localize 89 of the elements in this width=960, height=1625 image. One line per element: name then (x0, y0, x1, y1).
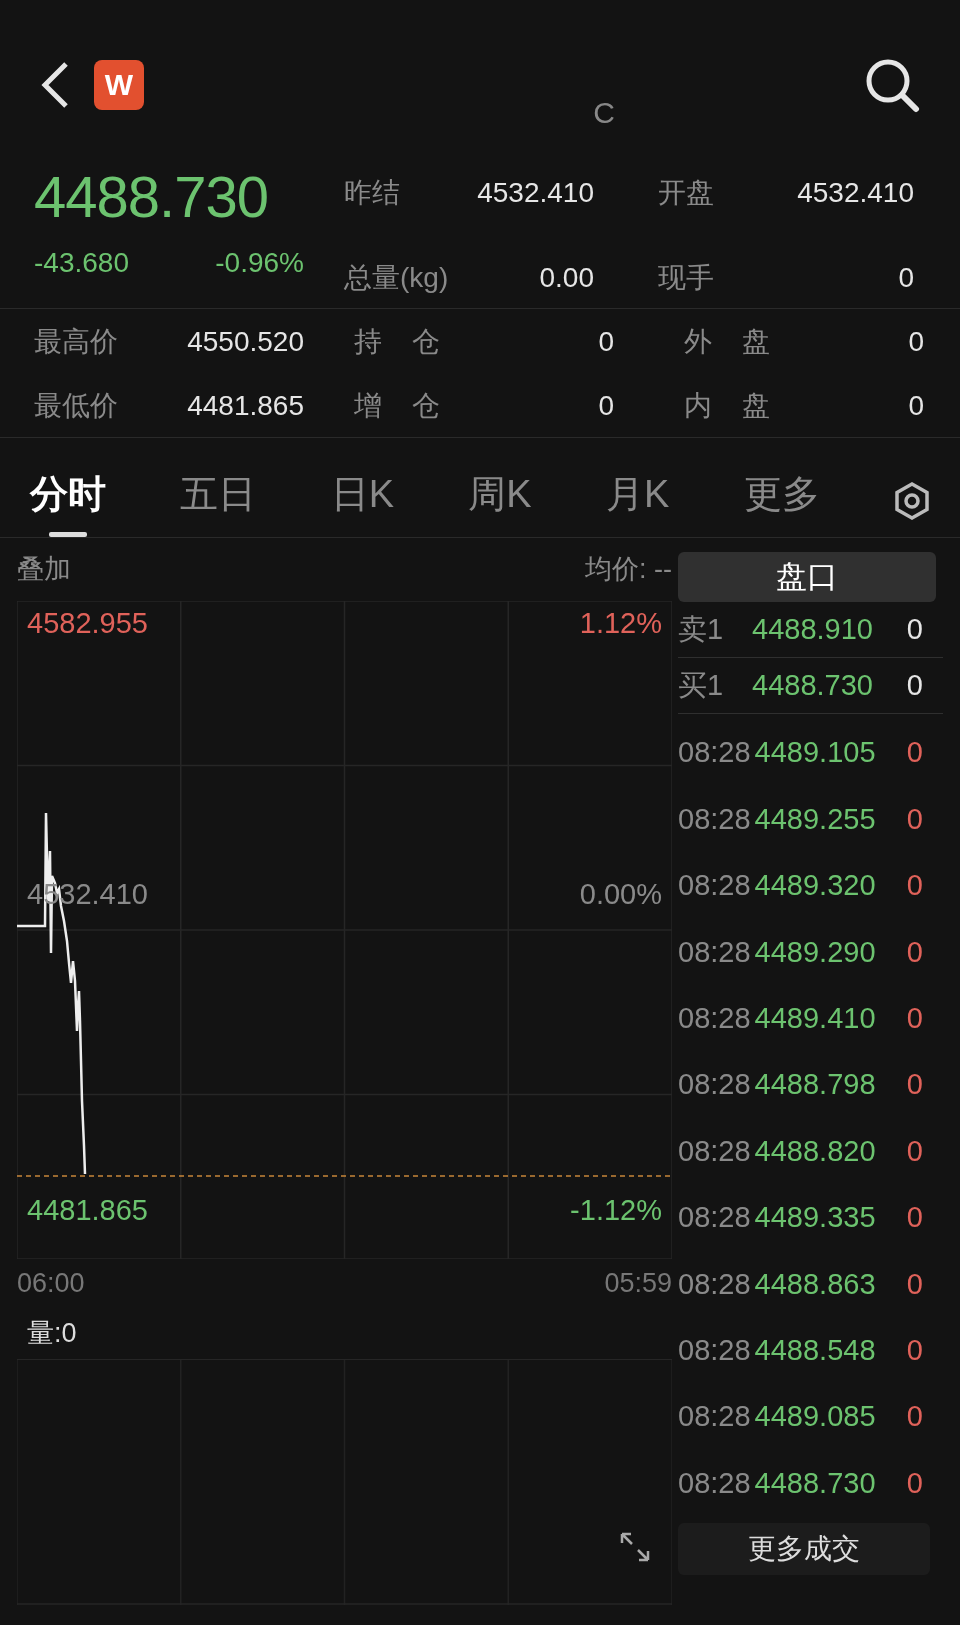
trade-time: 08:28 (678, 801, 751, 837)
stat-value: 4532.410 (796, 176, 914, 210)
trade-time: 08:28 (678, 1200, 751, 1236)
trade-time: 08:28 (678, 1067, 751, 1103)
stat-value: 0 (598, 389, 614, 423)
percent-change: -0.96% (215, 246, 304, 280)
trade-price: 4489.085 (754, 1399, 876, 1435)
axis-percent-label: -1.12% (570, 1196, 662, 1225)
average-price-label: 均价: -- (585, 553, 672, 587)
trade-quantity: 0 (906, 1399, 923, 1435)
trade-price: 4488.863 (754, 1266, 876, 1302)
trade-quantity: 0 (906, 1200, 923, 1236)
trade-price: 4489.255 (754, 801, 876, 837)
axis-percent-label: 1.12% (579, 609, 662, 638)
chart-tab[interactable]: 分时 (30, 466, 106, 537)
trade-time: 08:28 (678, 1465, 751, 1501)
stat-value: 0 (598, 325, 614, 359)
stat-label: 外 盘 (684, 325, 770, 359)
stat-label: 最低价 (34, 389, 118, 423)
last-price: 4488.730 (34, 168, 269, 226)
quote-price: 4488.910 (752, 611, 873, 647)
trade-quantity: 0 (906, 1465, 923, 1501)
quote-quantity: 0 (905, 667, 923, 703)
stat-value: 0.00 (538, 261, 594, 295)
trade-quantity: 0 (906, 1001, 923, 1036)
title-text: C (593, 95, 615, 131)
trade-quantity: 0 (906, 1266, 923, 1302)
logo-icon: W (94, 60, 144, 110)
expand-icon[interactable] (618, 1530, 652, 1564)
axis-price-label: 4582.955 (27, 609, 148, 638)
trade-price: 4488.548 (754, 1332, 876, 1368)
stat-value: 4550.520 (187, 325, 304, 359)
trade-time: 08:28 (678, 735, 751, 771)
chart-tab[interactable]: 月K (605, 466, 670, 537)
order-book-button[interactable]: 盘口 (678, 552, 936, 602)
trade-time: 08:28 (678, 1266, 751, 1302)
stat-label: 最高价 (34, 325, 118, 359)
stat-value: 0 (897, 261, 914, 295)
time-label: 05:59 (604, 1266, 672, 1300)
stat-value: 0 (908, 325, 924, 359)
trade-quantity: 0 (906, 1067, 923, 1103)
quote-quantity: 0 (905, 611, 923, 647)
stat-value: 0 (908, 389, 924, 423)
stat-label: 现手 (657, 261, 714, 295)
stat-label: 内 盘 (684, 389, 770, 423)
volume-label: 量:0 (27, 1316, 77, 1350)
trade-time: 08:28 (678, 934, 751, 970)
trade-price: 4488.730 (754, 1465, 876, 1501)
stat-label: 开盘 (657, 176, 714, 210)
back-icon[interactable] (40, 61, 70, 109)
quote-label: 买1 (678, 667, 724, 703)
trade-quantity: 0 (906, 801, 923, 837)
trade-quantity: 0 (906, 1332, 923, 1368)
trade-price: 4489.105 (754, 735, 876, 771)
trade-price: 4489.410 (754, 1001, 876, 1036)
search-icon[interactable] (864, 57, 920, 113)
more-trades-button[interactable]: 更多成交 (678, 1522, 930, 1575)
quote-label: 卖1 (678, 611, 724, 647)
chart-tab[interactable]: 日K (330, 466, 394, 537)
axis-percent-label: 0.00% (579, 880, 662, 909)
settings-icon[interactable] (893, 481, 930, 521)
stat-label: 总量(kg) (344, 261, 449, 295)
trade-price: 4489.320 (754, 868, 876, 904)
chart-tab[interactable]: 更多 (743, 466, 820, 537)
trade-time: 08:28 (678, 868, 751, 904)
stat-value: 4481.865 (187, 389, 304, 423)
chart-tab[interactable]: 五日 (180, 466, 257, 537)
stat-value: 4532.410 (476, 176, 594, 210)
quote-price: 4488.730 (752, 667, 873, 703)
trade-price: 4488.820 (754, 1133, 876, 1169)
stat-label: 增 仓 (354, 389, 440, 423)
stat-label: 持 仓 (354, 325, 440, 359)
trade-quantity: 0 (906, 868, 923, 904)
trade-time: 08:28 (678, 1332, 751, 1368)
trade-quantity: 0 (906, 934, 923, 970)
price-change: -43.680 (34, 246, 129, 280)
chart-tab[interactable]: 周K (468, 466, 532, 537)
trade-price: 4489.335 (754, 1200, 876, 1236)
trade-quantity: 0 (906, 1133, 923, 1169)
trade-price: 4489.290 (754, 934, 876, 970)
trade-time: 08:28 (678, 1001, 751, 1036)
trade-price: 4488.798 (754, 1067, 876, 1103)
stat-label: 昨结 (344, 176, 400, 210)
time-label: 06:00 (17, 1266, 85, 1300)
trade-quantity: 0 (906, 735, 923, 771)
trade-time: 08:28 (678, 1399, 751, 1435)
overlay-button[interactable]: 叠加 (17, 549, 71, 590)
axis-price-label: 4481.865 (27, 1196, 148, 1225)
trade-time: 08:28 (678, 1133, 751, 1169)
